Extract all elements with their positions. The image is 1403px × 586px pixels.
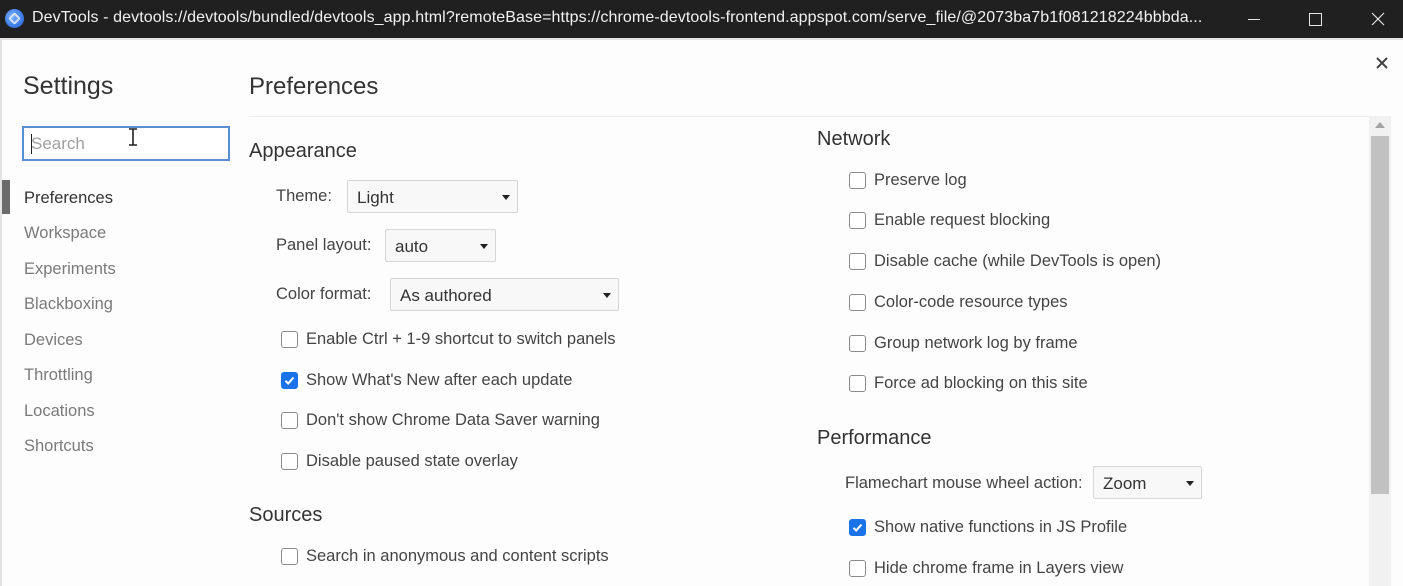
color-format-label: Color format: (276, 285, 372, 303)
sidebar-item-workspace[interactable]: Workspace (24, 224, 106, 243)
settings-close-icon[interactable] (1374, 55, 1390, 71)
window-titlebar: DevTools - devtools://devtools/bundled/d… (0, 0, 1403, 38)
vertical-scrollbar[interactable] (1369, 116, 1391, 586)
checkbox-label: Hide chrome frame in Layers view (874, 559, 1124, 577)
checkbox-box[interactable] (281, 453, 298, 470)
settings-title: Settings (23, 72, 114, 100)
checkbox-box-checked[interactable] (281, 372, 298, 389)
checkbox-box[interactable] (849, 212, 866, 229)
checkbox-enable-request-blocking[interactable]: Enable request blocking (849, 211, 1050, 230)
dropdown-arrow-icon (480, 244, 488, 249)
checkbox-label: Force ad blocking on this site (874, 374, 1088, 392)
scroll-up-arrow-icon[interactable] (1375, 122, 1385, 128)
checkbox-group-by-frame[interactable]: Group network log by frame (849, 334, 1078, 353)
checkbox-label: Show native functions in JS Profile (874, 518, 1128, 536)
checkbox-box[interactable] (849, 253, 866, 270)
checkmark-icon (852, 523, 863, 532)
maximize-icon (1308, 12, 1322, 26)
checkmark-icon (284, 376, 295, 385)
checkbox-disable-paused-overlay[interactable]: Disable paused state overlay (281, 452, 518, 471)
minimize-button[interactable] (1226, 0, 1282, 38)
dropdown-arrow-icon (603, 293, 611, 298)
checkbox-box[interactable] (281, 548, 298, 565)
theme-select[interactable]: Light (347, 180, 518, 213)
theme-label: Theme: (276, 187, 332, 205)
checkbox-hide-chrome-frame[interactable]: Hide chrome frame in Layers view (849, 559, 1123, 578)
checkbox-label: Show What's New after each update (306, 371, 573, 389)
window-title: DevTools - devtools://devtools/bundled/d… (32, 9, 1203, 26)
checkbox-box-checked[interactable] (849, 519, 866, 536)
checkbox-box[interactable] (849, 294, 866, 311)
checkbox-box[interactable] (281, 412, 298, 429)
checkbox-label: Disable paused state overlay (306, 452, 518, 470)
checkbox-box[interactable] (849, 172, 866, 189)
checkbox-label: Disable cache (while DevTools is open) (874, 252, 1162, 270)
section-heading-performance: Performance (817, 427, 932, 449)
settings-search-input[interactable] (22, 126, 230, 161)
checkbox-box[interactable] (849, 375, 866, 392)
flamechart-label: Flamechart mouse wheel action: (845, 474, 1083, 492)
checkbox-data-saver-warning[interactable]: Don't show Chrome Data Saver warning (281, 411, 600, 430)
title-divider (249, 116, 1369, 117)
checkbox-show-whats-new[interactable]: Show What's New after each update (281, 371, 572, 390)
sidebar-item-preferences[interactable]: Preferences (24, 189, 113, 208)
checkbox-search-anonymous-scripts[interactable]: Search in anonymous and content scripts (281, 547, 609, 566)
checkbox-box[interactable] (281, 331, 298, 348)
checkbox-label: Enable Ctrl + 1-9 shortcut to switch pan… (306, 330, 616, 348)
checkbox-enable-ctrl-shortcut[interactable]: Enable Ctrl + 1-9 shortcut to switch pan… (281, 330, 616, 349)
minimize-icon (1248, 18, 1260, 20)
settings-dialog (0, 38, 1403, 586)
theme-select-value: Light (357, 188, 394, 207)
panel-layout-select[interactable]: auto (385, 229, 496, 262)
dropdown-arrow-icon (502, 195, 510, 200)
page-title: Preferences (249, 73, 379, 100)
checkbox-disable-cache[interactable]: Disable cache (while DevTools is open) (849, 252, 1161, 271)
panel-layout-select-value: auto (395, 237, 429, 256)
color-format-select-value: As authored (400, 286, 492, 305)
checkbox-label: Group network log by frame (874, 334, 1078, 352)
checkbox-box[interactable] (849, 560, 866, 577)
flamechart-select-value: Zoom (1103, 474, 1147, 493)
active-tab-indicator (2, 180, 10, 214)
section-heading-appearance: Appearance (249, 140, 357, 162)
panel-layout-label: Panel layout: (276, 236, 372, 254)
checkbox-show-native-functions[interactable]: Show native functions in JS Profile (849, 518, 1127, 537)
checkbox-label: Color-code resource types (874, 293, 1068, 311)
sidebar-item-devices[interactable]: Devices (24, 331, 83, 350)
ibeam-cursor-icon (129, 128, 137, 146)
sidebar-item-throttling[interactable]: Throttling (24, 366, 93, 385)
flamechart-select[interactable]: Zoom (1093, 466, 1202, 499)
checkbox-label: Search in anonymous and content scripts (306, 547, 609, 565)
checkbox-box[interactable] (849, 335, 866, 352)
sidebar-item-experiments[interactable]: Experiments (24, 260, 116, 279)
close-icon (1371, 12, 1385, 26)
sidebar-item-locations[interactable]: Locations (24, 402, 95, 421)
checkbox-label: Don't show Chrome Data Saver warning (306, 411, 600, 429)
sidebar-item-blackboxing[interactable]: Blackboxing (24, 295, 113, 314)
checkbox-force-ad-blocking[interactable]: Force ad blocking on this site (849, 374, 1088, 393)
checkbox-color-code-resources[interactable]: Color-code resource types (849, 293, 1068, 312)
checkbox-label: Preserve log (874, 171, 967, 189)
devtools-icon (5, 9, 24, 28)
checkbox-preserve-log[interactable]: Preserve log (849, 171, 967, 190)
maximize-button[interactable] (1287, 0, 1343, 38)
section-heading-network: Network (817, 128, 891, 150)
checkbox-label: Enable request blocking (874, 211, 1051, 229)
sidebar-item-shortcuts[interactable]: Shortcuts (24, 437, 94, 456)
text-caret (31, 134, 32, 154)
section-heading-sources: Sources (249, 504, 323, 526)
dropdown-arrow-icon (1186, 481, 1194, 486)
color-format-select[interactable]: As authored (390, 278, 619, 311)
scrollbar-thumb[interactable] (1371, 136, 1389, 494)
window-close-button[interactable] (1350, 0, 1403, 38)
